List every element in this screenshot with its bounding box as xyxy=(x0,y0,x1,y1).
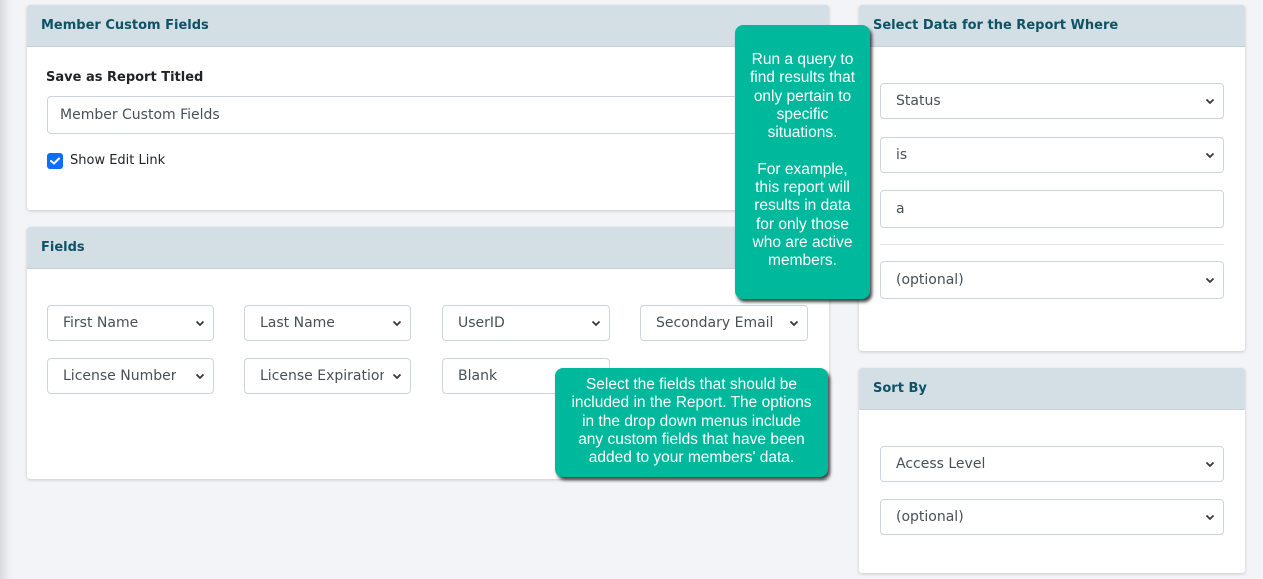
query-help-tooltip: Run a query to find results that only pe… xyxy=(735,25,870,299)
field-select-value: First Name xyxy=(63,315,139,331)
report-title-input[interactable]: Member Custom Fields xyxy=(47,96,829,134)
chevron-down-icon xyxy=(1205,98,1215,105)
field-select-value: License Expiration xyxy=(260,368,384,384)
sidebar-edge xyxy=(0,0,14,579)
report-settings-card: Member Custom Fields Save as Report Titl… xyxy=(27,5,829,210)
where-field-value: Status xyxy=(896,93,941,109)
where-divider xyxy=(880,244,1224,245)
field-select-4[interactable]: Secondary Email xyxy=(640,305,808,341)
fields-help-tooltip: Select the fields that should be include… xyxy=(555,368,828,477)
sort-title: Sort By xyxy=(873,381,927,396)
where-value-input[interactable]: a xyxy=(880,190,1224,228)
show-edit-link-checkbox[interactable] xyxy=(47,153,63,169)
fields-header: Fields xyxy=(27,227,829,269)
where-operator-value: is xyxy=(896,147,908,163)
chevron-down-icon xyxy=(195,373,205,380)
field-select-value: UserID xyxy=(458,315,505,331)
report-settings-title: Member Custom Fields xyxy=(41,18,209,33)
field-select-3[interactable]: UserID xyxy=(442,305,610,341)
field-select-5[interactable]: License Number xyxy=(47,358,214,394)
where-value-text: a xyxy=(896,201,905,217)
chevron-down-icon xyxy=(591,320,601,327)
field-select-value: Last Name xyxy=(260,315,335,331)
sort-primary-value: Access Level xyxy=(896,456,986,472)
where-extra-value: (optional) xyxy=(896,272,964,288)
chevron-down-icon xyxy=(1205,461,1215,468)
sort-secondary-value: (optional) xyxy=(896,509,964,525)
report-title-value: Member Custom Fields xyxy=(60,107,220,123)
where-field-select[interactable]: Status xyxy=(880,83,1224,119)
where-header: Select Data for the Report Where xyxy=(859,5,1245,47)
sort-primary-select[interactable]: Access Level xyxy=(880,446,1224,482)
show-edit-link-label[interactable]: Show Edit Link xyxy=(70,153,165,168)
fields-title: Fields xyxy=(41,240,85,255)
field-select-2[interactable]: Last Name xyxy=(244,305,411,341)
field-select-1[interactable]: First Name xyxy=(47,305,214,341)
chevron-down-icon xyxy=(1205,152,1215,159)
field-select-6[interactable]: License Expiration xyxy=(244,358,411,394)
report-settings-header: Member Custom Fields xyxy=(27,5,829,47)
chevron-down-icon xyxy=(1205,277,1215,284)
sort-header: Sort By xyxy=(859,368,1245,410)
sort-secondary-select[interactable]: (optional) xyxy=(880,499,1224,535)
chevron-down-icon xyxy=(195,320,205,327)
where-operator-select[interactable]: is xyxy=(880,137,1224,173)
where-extra-select[interactable]: (optional) xyxy=(880,261,1224,299)
field-select-value: Blank xyxy=(458,368,498,384)
chevron-down-icon xyxy=(789,320,799,327)
sort-card: Sort By Access Level (optional) xyxy=(859,368,1245,573)
chevron-down-icon xyxy=(1205,514,1215,521)
checkmark-icon xyxy=(50,157,60,165)
field-select-value: Secondary Email xyxy=(656,315,774,331)
field-select-value: License Number xyxy=(63,368,177,384)
chevron-down-icon xyxy=(392,373,402,380)
where-card: Select Data for the Report Where Status … xyxy=(859,5,1245,351)
save-as-label: Save as Report Titled xyxy=(46,70,204,85)
chevron-down-icon xyxy=(392,320,402,327)
where-title: Select Data for the Report Where xyxy=(873,18,1119,33)
